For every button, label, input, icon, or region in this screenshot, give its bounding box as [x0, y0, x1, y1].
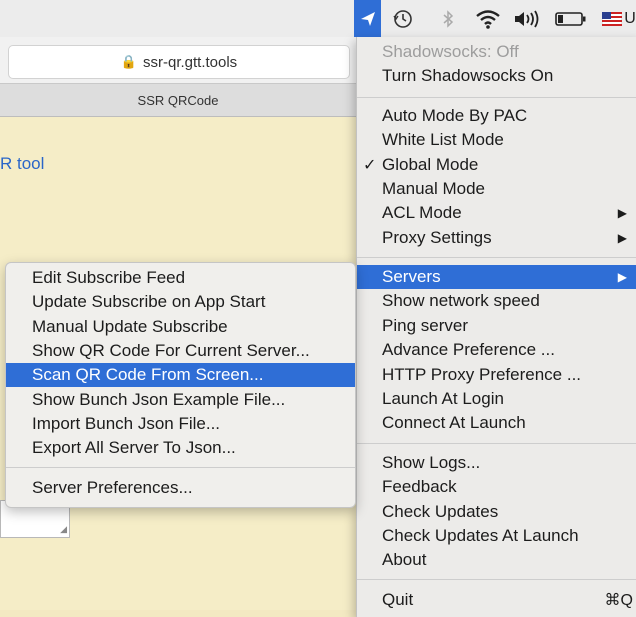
- checkmark-icon: ✓: [363, 157, 377, 174]
- menu-item-connect-at-launch[interactable]: Connect At Launch: [357, 411, 636, 435]
- shadowsocks-menu: Shadowsocks: Off Turn Shadowsocks On Aut…: [356, 37, 636, 617]
- menu-item-global-mode[interactable]: ✓ Global Mode: [357, 153, 636, 177]
- menu-item-about[interactable]: About: [357, 548, 636, 572]
- tab-title: SSR QRCode: [137, 92, 219, 108]
- resize-handle-icon[interactable]: ◢: [60, 524, 67, 535]
- menu-separator: [357, 443, 636, 444]
- submenu-item-update-subscribe-on-start[interactable]: Update Subscribe on App Start: [6, 290, 355, 314]
- submenu-item-import-bunch-json[interactable]: Import Bunch Json File...: [6, 412, 355, 436]
- quit-shortcut: ⌘Q: [604, 592, 633, 609]
- menu-item-quit[interactable]: Quit ⌘Q: [357, 588, 636, 612]
- macos-menu-bar: U: [0, 0, 636, 38]
- menu-item-advance-preference[interactable]: Advance Preference ...: [357, 338, 636, 362]
- menu-item-ping-server[interactable]: Ping server: [357, 314, 636, 338]
- menu-item-check-updates[interactable]: Check Updates: [357, 500, 636, 524]
- submenu-item-export-all-server-json[interactable]: Export All Server To Json...: [6, 436, 355, 460]
- menu-item-feedback[interactable]: Feedback: [357, 475, 636, 499]
- chevron-right-icon: ▶: [617, 231, 627, 245]
- menu-separator: [6, 467, 355, 468]
- address-bar[interactable]: 🔒 ssr-qr.gtt.tools: [8, 45, 350, 79]
- menu-item-proxy-settings[interactable]: Proxy Settings ▶: [357, 226, 636, 250]
- menu-separator: [357, 257, 636, 258]
- lock-icon: 🔒: [120, 54, 137, 69]
- submenu-item-edit-subscribe-feed[interactable]: Edit Subscribe Feed: [6, 266, 355, 290]
- menu-status: Shadowsocks: Off: [382, 42, 519, 61]
- menu-item-acl-mode[interactable]: ACL Mode ▶: [357, 201, 636, 225]
- menu-item-servers[interactable]: Servers ▶: [357, 265, 636, 289]
- address-bar-url: ssr-qr.gtt.tools: [142, 53, 238, 71]
- chevron-right-icon: ▶: [617, 206, 627, 220]
- menu-item-show-logs[interactable]: Show Logs...: [357, 451, 636, 475]
- menu-item-white-list[interactable]: White List Mode: [357, 128, 636, 152]
- menu-item-http-proxy-preference[interactable]: HTTP Proxy Preference ...: [357, 363, 636, 387]
- menu-item-network-speed[interactable]: Show network speed: [357, 289, 636, 313]
- paper-plane-icon[interactable]: [354, 0, 381, 37]
- chevron-right-icon: ▶: [617, 270, 627, 284]
- servers-submenu: Edit Subscribe Feed Update Subscribe on …: [5, 262, 356, 508]
- submenu-item-scan-qr-code[interactable]: Scan QR Code From Screen...: [6, 363, 355, 387]
- menu-separator: [357, 579, 636, 580]
- page-link-fragment[interactable]: R tool: [0, 154, 44, 174]
- browser-tab[interactable]: SSR QRCode: [0, 84, 356, 117]
- wifi-icon[interactable]: [472, 0, 504, 37]
- us-flag-icon[interactable]: [600, 0, 624, 37]
- menu-separator: [357, 97, 636, 98]
- menu-item-toggle[interactable]: Turn Shadowsocks On: [357, 64, 636, 88]
- volume-icon[interactable]: [511, 0, 543, 37]
- bluetooth-icon[interactable]: [436, 0, 460, 37]
- menu-item-check-updates-at-launch[interactable]: Check Updates At Launch: [357, 524, 636, 548]
- submenu-item-manual-update-subscribe[interactable]: Manual Update Subscribe: [6, 315, 355, 339]
- menu-item-launch-at-login[interactable]: Launch At Login: [357, 387, 636, 411]
- submenu-item-server-preferences[interactable]: Server Preferences...: [6, 476, 355, 500]
- menu-item-manual-mode[interactable]: Manual Mode: [357, 177, 636, 201]
- submenu-item-show-qr-code[interactable]: Show QR Code For Current Server...: [6, 339, 355, 363]
- battery-icon[interactable]: [553, 0, 589, 37]
- submenu-item-show-bunch-json-example[interactable]: Show Bunch Json Example File...: [6, 388, 355, 412]
- menubar-trailing-text: U: [624, 9, 636, 27]
- menu-item-auto-mode[interactable]: Auto Mode By PAC: [357, 104, 636, 128]
- time-machine-icon[interactable]: [388, 0, 418, 37]
